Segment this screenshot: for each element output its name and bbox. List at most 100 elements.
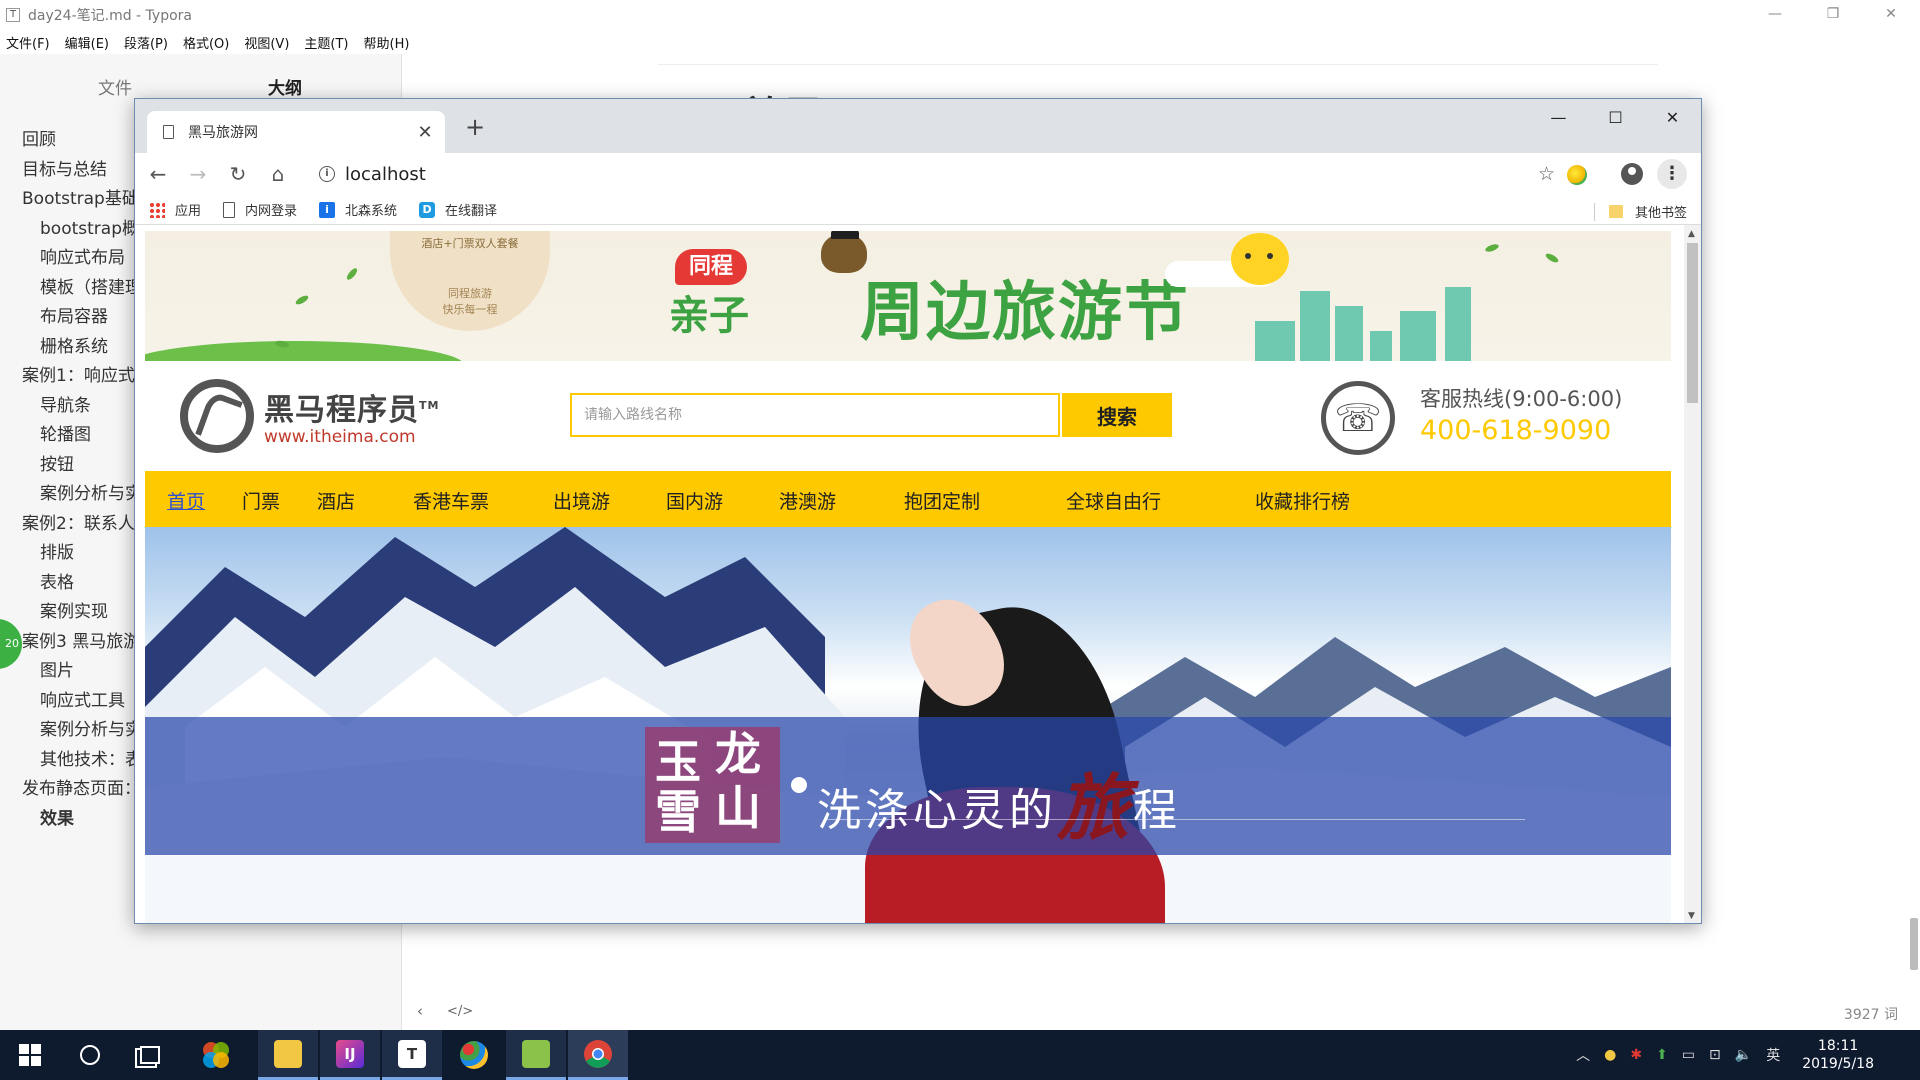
task-view-button[interactable] — [120, 1030, 180, 1080]
input-method-indicator[interactable]: 英 — [1766, 1045, 1780, 1065]
nav-favorites-rank[interactable]: 收藏排行榜 — [1255, 487, 1350, 514]
page-scrollbar[interactable]: ▲ ▼ — [1684, 225, 1701, 923]
nav-hk-bus[interactable]: 香港车票 — [413, 487, 489, 514]
building-decoration — [1335, 306, 1363, 361]
chrome-menu-icon[interactable]: ⋮ — [1657, 159, 1687, 189]
bookmark-beisen[interactable]: i 北森系统 — [319, 200, 397, 219]
nav-tickets[interactable]: 门票 — [242, 487, 280, 514]
url-text[interactable]: localhost — [345, 164, 1538, 185]
menu-paragraph[interactable]: 段落(P) — [124, 33, 168, 52]
tab-outline[interactable]: 大纲 — [268, 74, 302, 99]
other-bookmarks[interactable]: 其他书签 — [1593, 202, 1687, 221]
palette-icon — [460, 1041, 488, 1069]
tray-update-icon[interactable]: ⬆ — [1656, 1047, 1668, 1063]
ad-title-prefix: 亲子 — [669, 293, 749, 339]
taskbar-typora[interactable]: T — [382, 1030, 442, 1080]
taskbar-intellij-idea[interactable]: IJ — [320, 1030, 380, 1080]
tab-close-icon[interactable]: ✕ — [415, 122, 435, 143]
profile-avatar-icon[interactable] — [1621, 163, 1643, 185]
nav-custom-tour[interactable]: 抱团定制 — [904, 487, 980, 514]
horse-logo-icon — [180, 379, 254, 453]
home-icon[interactable]: ⌂ — [263, 159, 293, 189]
bookmark-label: 应用 — [175, 204, 202, 219]
minimize-button[interactable]: — — [1746, 0, 1804, 30]
taskbar-chrome[interactable] — [568, 1030, 628, 1080]
scroll-down-icon[interactable]: ▼ — [1688, 911, 1695, 921]
bookmark-label: 内网登录 — [245, 204, 298, 219]
show-hidden-icons-chevron[interactable]: ︿ — [1576, 1045, 1590, 1065]
bookmark-apps[interactable]: 应用 — [149, 200, 201, 219]
close-button[interactable]: ✕ — [1862, 0, 1920, 30]
hotline-label: 客服热线(9:00-6:00) — [1420, 387, 1623, 411]
search-input[interactable] — [572, 395, 1062, 435]
search-button[interactable]: 搜索 — [1062, 393, 1172, 437]
typora-icon: T — [398, 1039, 426, 1068]
nav-outbound[interactable]: 出境游 — [553, 487, 610, 514]
menu-format[interactable]: 格式(O) — [183, 33, 229, 52]
nav-domestic[interactable]: 国内游 — [666, 487, 723, 514]
menu-theme[interactable]: 主题(T) — [304, 33, 348, 52]
scroll-thumb[interactable] — [1687, 243, 1698, 403]
task-view-icon — [140, 1046, 160, 1064]
restore-button[interactable]: ❐ — [1804, 0, 1862, 30]
word-count[interactable]: 3927 词 — [1844, 1004, 1898, 1024]
site-logo[interactable]: 黑马程序员TM www.itheima.com — [180, 379, 439, 453]
taskbar-pinwheel-app[interactable] — [186, 1030, 246, 1080]
site-nav: 首页 门票 酒店 香港车票 出境游 国内游 港澳游 抱团定制 全球自由行 收藏排… — [145, 471, 1671, 527]
start-button[interactable] — [0, 1030, 60, 1080]
menu-file[interactable]: 文件(F) — [6, 33, 50, 52]
editor-scrollbar[interactable] — [1910, 918, 1918, 970]
taskbar-file-explorer[interactable] — [258, 1030, 318, 1080]
menu-edit[interactable]: 编辑(E) — [65, 33, 109, 52]
extension-icon[interactable] — [1567, 165, 1587, 185]
tray-app-icon[interactable]: ● — [1604, 1047, 1616, 1063]
sidebar-toggle-icon[interactable]: ‹ — [417, 1002, 423, 1020]
chrome-minimize-button[interactable]: — — [1530, 99, 1587, 137]
nav-hk-macau[interactable]: 港澳游 — [779, 487, 836, 514]
chrome-tabstrip: 黑马旅游网 ✕ + — ☐ ✕ — [135, 99, 1701, 153]
forward-arrow-icon[interactable]: → — [183, 159, 213, 189]
system-tray: ︿ ● ✱ ⬆ ▭ ⊡ 🔈 英 18:11 2019/5/18 — [1576, 1030, 1920, 1080]
address-bar[interactable]: i localhost ☆ — [311, 158, 1563, 190]
bookmark-translate[interactable]: D 在线翻译 — [419, 200, 497, 219]
site-info-icon[interactable]: i — [319, 166, 335, 182]
leaf-decoration — [1544, 251, 1560, 265]
tab-files[interactable]: 文件 — [98, 74, 132, 99]
other-bookmarks-label: 其他书签 — [1634, 206, 1687, 221]
leaf-decoration — [294, 293, 310, 307]
folder-icon — [1608, 205, 1623, 218]
back-arrow-icon[interactable]: ← — [143, 159, 173, 189]
phone-icon: ☏ — [1321, 381, 1395, 455]
nav-home[interactable]: 首页 — [167, 487, 205, 514]
i-logo-icon: i — [319, 201, 336, 218]
battery-icon[interactable]: ▭ — [1682, 1047, 1695, 1063]
logo-name: 黑马程序员TM — [264, 393, 440, 428]
scroll-up-icon[interactable]: ▲ — [1688, 229, 1695, 239]
nav-hotels[interactable]: 酒店 — [317, 487, 355, 514]
bookmark-star-icon[interactable]: ☆ — [1538, 163, 1555, 185]
tray-security-icon[interactable]: ✱ — [1630, 1047, 1642, 1063]
new-tab-button[interactable]: + — [461, 113, 489, 141]
d-logo-icon: D — [419, 201, 436, 218]
clock-time: 18:11 — [1817, 1038, 1859, 1054]
chrome-maximize-button[interactable]: ☐ — [1587, 99, 1644, 137]
menu-help[interactable]: 帮助(H) — [364, 33, 410, 52]
menu-view[interactable]: 视图(V) — [244, 33, 289, 52]
system-clock[interactable]: 18:11 2019/5/18 — [1802, 1037, 1874, 1073]
nav-free-travel[interactable]: 全球自由行 — [1066, 487, 1161, 514]
hero-carousel[interactable]: 玉 龙 雪 山 洗涤心灵的旅程 — [145, 527, 1671, 923]
browser-tab[interactable]: 黑马旅游网 ✕ — [147, 111, 445, 153]
bookmark-intranet-login[interactable]: 内网登录 — [223, 200, 297, 219]
bookmark-label: 北森系统 — [345, 204, 398, 219]
windows-logo-icon — [19, 1044, 41, 1066]
ad-banner[interactable]: 酒店+门票双人套餐 同程旅游 快乐每一程 同程 亲子 周边旅游节 — [145, 231, 1671, 361]
volume-icon[interactable]: 🔈 — [1735, 1047, 1752, 1063]
search-button[interactable] — [60, 1030, 120, 1080]
network-icon[interactable]: ⊡ — [1709, 1047, 1721, 1063]
taskbar-notepad-app[interactable] — [506, 1030, 566, 1080]
reload-icon[interactable]: ↻ — [223, 159, 253, 189]
source-mode-icon[interactable]: </> — [447, 1004, 473, 1019]
chrome-close-button[interactable]: ✕ — [1644, 99, 1701, 137]
sun-mascot-icon — [1231, 233, 1289, 285]
taskbar-paint-app[interactable] — [444, 1030, 504, 1080]
